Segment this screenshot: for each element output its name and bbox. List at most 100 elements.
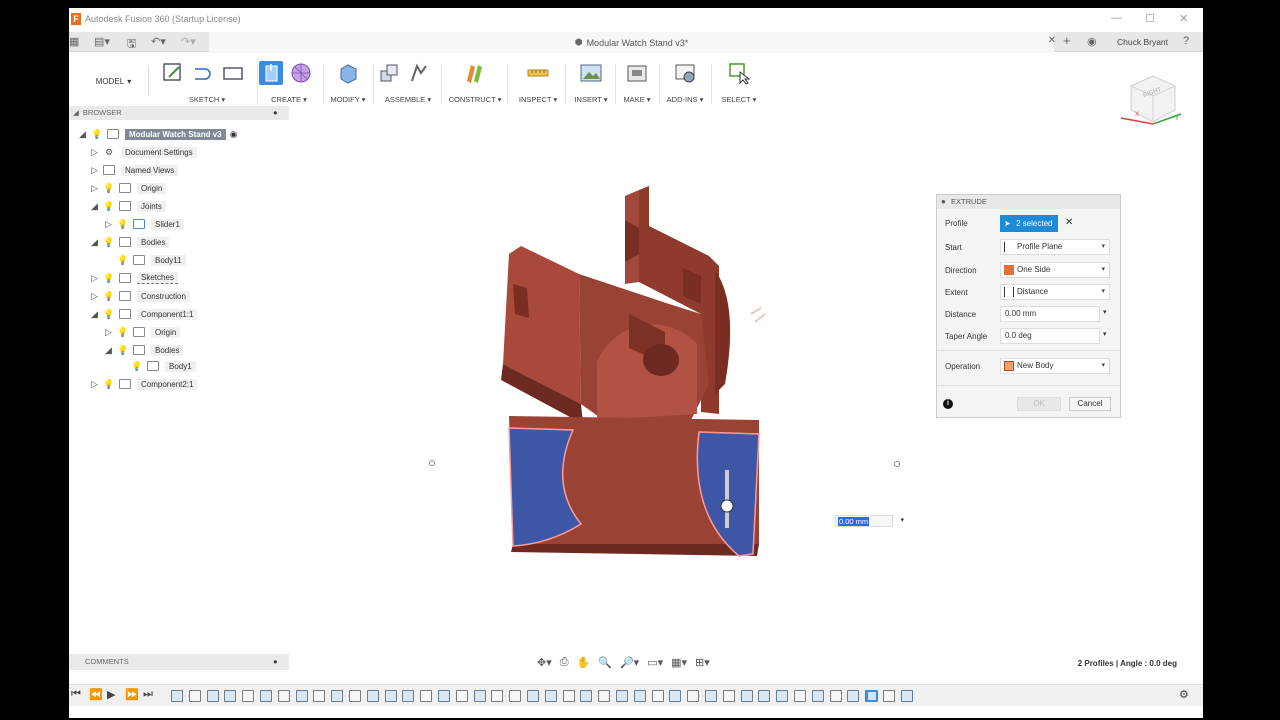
visibility-bulb-icon[interactable]: 💡 [117,326,129,338]
tree-item-component1[interactable]: ◢ 💡 Component1:1 [91,306,198,322]
browser-panel-header[interactable]: ◢ BROWSER ● [69,106,289,120]
timeline-solid-feature[interactable] [598,690,611,702]
timeline-solid-feature[interactable] [313,690,326,702]
visibility-bulb-icon[interactable]: 💡 [103,378,115,390]
timeline-solid-feature[interactable] [722,690,735,702]
viewport-model[interactable] [489,184,789,564]
timeline-sketch-feature[interactable] [776,690,789,702]
comments-panel-header[interactable]: COMMENTS ● [69,654,289,670]
visibility-bulb-icon[interactable]: 💡 [103,236,115,248]
clear-selection-icon[interactable]: ✕ [1065,217,1073,228]
user-name[interactable]: Chuck Bryant [1117,37,1168,47]
timeline-sketch-feature[interactable] [705,690,717,702]
data-panel-grid-icon[interactable]: ▦ [69,35,79,48]
expand-triangle-icon[interactable]: ▷ [91,165,103,176]
info-icon[interactable]: i [943,399,953,409]
line-tool-icon[interactable] [191,61,215,85]
distance-input[interactable]: 0.00 mm [1000,306,1100,322]
toolbar-group-inspect[interactable]: INSPECT ▾ [513,58,563,106]
create-sketch-icon[interactable] [161,61,185,85]
expand-triangle-icon[interactable]: ▷ [91,273,103,284]
visibility-bulb-icon[interactable]: 💡 [117,344,129,356]
extrude-active-icon[interactable] [259,61,283,85]
grid-settings-icon[interactable]: ▦▾ [671,656,687,672]
timeline-solid-feature[interactable] [188,690,201,702]
rectangle-tool-icon[interactable] [221,61,245,85]
tree-item-bodies-sub[interactable]: ◢ 💡 Bodies [105,342,184,358]
new-tab-plus-icon[interactable]: + [1063,33,1071,48]
new-component-icon[interactable] [377,61,401,85]
visibility-bulb-icon[interactable]: 💡 [103,290,115,302]
direction-select[interactable]: One Side ▾ [1000,262,1110,278]
tree-item-origin[interactable]: ▷ 💡 Origin [91,180,167,196]
timeline-sketch-feature[interactable] [331,690,344,702]
profile-selection-button[interactable]: ➤ 2 selected [1000,215,1058,232]
timeline-next-icon[interactable]: ⏩ [125,688,139,701]
timeline-sketch-feature[interactable] [260,690,272,702]
browser-root[interactable]: ◢ 💡 Modular Watch Stand v3 ◉ [79,126,237,142]
zoom-icon[interactable]: 🔍 [598,656,612,672]
toolbar-group-create[interactable]: CREATE ▾ [259,58,319,106]
timeline-sketch-feature[interactable] [544,690,557,702]
tree-item-joints[interactable]: ◢ 💡 Joints [91,198,166,214]
scripts-addins-icon[interactable] [673,61,697,85]
timeline-solid-feature[interactable] [455,690,468,702]
tree-item-component2[interactable]: ▷ 💡 Component2:1 [91,376,198,392]
close-tab-icon[interactable]: ✕ [1048,35,1056,46]
tree-item-construction[interactable]: ▷ 💡 Construction [91,288,190,304]
chevron-down-icon[interactable]: ▾ [1103,308,1107,316]
collapse-triangle-icon[interactable]: ◢ [91,309,103,320]
joint-icon[interactable] [407,61,431,85]
viewports-icon[interactable]: ⊞▾ [695,656,710,672]
look-at-icon[interactable]: ⎙ [560,656,569,672]
offset-plane-icon[interactable] [463,61,487,85]
press-pull-icon[interactable] [336,61,360,85]
tree-item-body11[interactable]: 💡 Body11 [117,252,186,268]
collapse-triangle-icon[interactable]: ◢ [79,129,91,140]
timeline-sketch-feature[interactable] [900,690,913,702]
display-settings-icon[interactable]: ▭▾ [647,656,663,672]
tree-item-bodies[interactable]: ◢ 💡 Bodies [91,234,170,250]
start-select[interactable]: Profile Plane ▾ [1000,239,1110,255]
visibility-bulb-icon[interactable]: 💡 [117,218,129,230]
save-icon[interactable]: 🖫 [127,35,136,54]
3d-print-icon[interactable] [625,61,649,85]
timeline-solid-feature[interactable] [349,690,361,702]
tree-item-body1[interactable]: 💡 Body1 [131,358,196,374]
form-tool-icon[interactable] [289,61,313,85]
timeline-solid-feature[interactable] [687,690,700,702]
pan-hand-icon[interactable]: ✋ [577,656,591,672]
workspace-switcher[interactable]: MODEL ▾ [79,66,149,96]
viewport-distance-input[interactable]: 0.00 mm ▾ [835,515,904,527]
timeline-solid-feature[interactable] [509,690,522,702]
timeline-sketch-feature[interactable] [847,690,860,702]
zoom-window-icon[interactable]: 🔎▾ [620,656,639,672]
extent-select[interactable]: Distance ▾ [1000,284,1110,300]
selection-handle-left[interactable] [429,460,435,466]
timeline-settings-gear-icon[interactable]: ⚙ [1179,688,1189,701]
collapse-triangle-icon[interactable]: ◢ [91,237,103,248]
comments-pin-icon[interactable]: ● [273,654,278,670]
tree-item-slider1[interactable]: ▷ 💡 Slider1 [105,216,184,232]
redo-icon[interactable]: ↷▾ [181,35,196,48]
tree-item-document-settings[interactable]: ▷ ⚙ Document Settings [91,144,197,160]
visibility-bulb-icon[interactable]: 💡 [91,128,103,140]
browser-pin-icon[interactable]: ● [273,106,278,120]
operation-select[interactable]: New Body ▾ [1000,358,1110,374]
timeline-sketch-feature[interactable] [171,690,183,702]
timeline-active-extrude-feature[interactable] [866,690,878,702]
expand-triangle-icon[interactable]: ▷ [91,183,103,194]
insert-image-icon[interactable] [579,61,603,85]
timeline-prev-icon[interactable]: ⏪ [89,688,103,701]
timeline-solid-feature[interactable] [883,690,895,702]
undo-icon[interactable]: ↶▾ [151,35,166,48]
toolbar-group-sketch[interactable]: SKETCH ▾ [161,58,253,106]
close-window-icon[interactable]: ✕ [1179,12,1188,25]
chevron-down-icon[interactable]: ▾ [1103,330,1107,338]
toolbar-group-select[interactable]: SELECT ▾ [717,58,761,106]
timeline-sketch-feature[interactable] [473,690,486,702]
select-tool-icon[interactable] [727,61,751,85]
ok-button[interactable]: OK [1017,397,1061,411]
timeline-solid-feature[interactable] [651,690,664,702]
toolbar-group-modify[interactable]: MODIFY ▾ [325,58,371,106]
